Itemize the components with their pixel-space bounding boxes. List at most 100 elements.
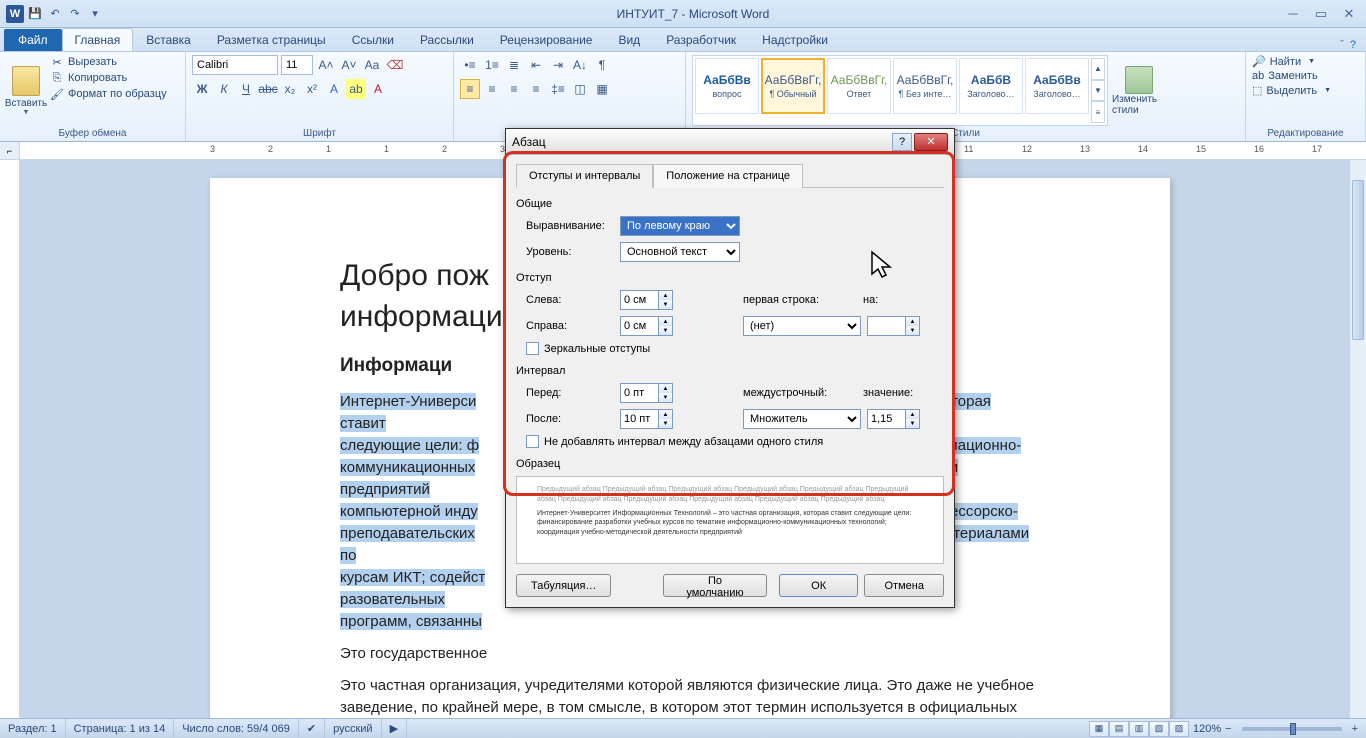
file-tab[interactable]: Файл: [4, 29, 62, 51]
style-item[interactable]: АаБбВвГг,Ответ: [827, 58, 891, 114]
dialog-tab-position[interactable]: Положение на странице: [653, 164, 803, 188]
italic-button[interactable]: К: [214, 79, 234, 99]
scrollbar-thumb[interactable]: [1352, 180, 1364, 340]
dialog-close-icon[interactable]: ✕: [914, 133, 948, 151]
show-marks-icon[interactable]: ¶: [592, 55, 612, 75]
tab-review[interactable]: Рецензирование: [487, 28, 606, 51]
ribbon-minimize-icon[interactable]: ˇ: [1340, 39, 1344, 51]
save-icon[interactable]: 💾: [26, 5, 44, 23]
multilevel-icon[interactable]: ≣: [504, 55, 524, 75]
highlight-icon[interactable]: ab: [346, 79, 366, 99]
font-color-icon[interactable]: A: [368, 79, 388, 99]
bullets-icon[interactable]: •≡: [460, 55, 480, 75]
tabs-button[interactable]: Табуляция…: [516, 574, 611, 597]
firstline-by-spinner[interactable]: ▲▼: [867, 316, 920, 336]
bold-button[interactable]: Ж: [192, 79, 212, 99]
font-name-combo[interactable]: [192, 55, 278, 75]
dialog-help-icon[interactable]: ?: [892, 133, 912, 151]
line-spacing-value-spinner[interactable]: ▲▼: [867, 409, 920, 429]
status-macro-icon[interactable]: ▶: [382, 719, 407, 738]
dialog-tab-indents[interactable]: Отступы и интервалы: [516, 164, 653, 188]
superscript-button[interactable]: x²: [302, 79, 322, 99]
zoom-level[interactable]: 120%: [1193, 723, 1221, 735]
cancel-button[interactable]: Отмена: [864, 574, 944, 597]
view-print-icon[interactable]: ▦: [1089, 721, 1109, 737]
doc-paragraph[interactable]: Это частная организация, учредителями ко…: [340, 675, 1040, 718]
justify-icon[interactable]: ≡: [526, 79, 546, 99]
vertical-ruler[interactable]: [0, 160, 20, 718]
no-space-same-style-checkbox[interactable]: Не добавлять интервал между абзацами одн…: [516, 435, 944, 448]
font-size-combo[interactable]: [281, 55, 313, 75]
paste-button[interactable]: Вставить ▼: [6, 55, 46, 126]
indent-right-spinner[interactable]: ▲▼: [620, 316, 673, 336]
subscript-button[interactable]: x₂: [280, 79, 300, 99]
change-case-icon[interactable]: Aa: [362, 55, 382, 75]
styles-more-icon[interactable]: ≡: [1091, 101, 1105, 123]
cut-button[interactable]: ✂Вырезать: [50, 55, 167, 69]
outline-level-select[interactable]: Основной текст: [620, 242, 740, 262]
view-outline-icon[interactable]: ▧: [1149, 721, 1169, 737]
doc-paragraph[interactable]: Это государственное: [340, 643, 1040, 665]
line-spacing-icon[interactable]: ‡≡: [548, 79, 568, 99]
increase-indent-icon[interactable]: ⇥: [548, 55, 568, 75]
ok-button[interactable]: ОК: [779, 574, 859, 597]
status-language[interactable]: русский: [325, 719, 381, 738]
qat-dropdown-icon[interactable]: ▾: [86, 5, 104, 23]
firstline-select[interactable]: (нет): [743, 316, 861, 336]
tab-view[interactable]: Вид: [605, 28, 653, 51]
borders-icon[interactable]: ▦: [592, 79, 612, 99]
view-web-icon[interactable]: ▥: [1129, 721, 1149, 737]
find-button[interactable]: 🔎Найти▼: [1252, 55, 1359, 68]
zoom-in-icon[interactable]: +: [1352, 723, 1358, 735]
format-painter-button[interactable]: 🖌Формат по образцу: [50, 87, 167, 101]
align-left-icon[interactable]: ≡: [460, 79, 480, 99]
zoom-out-icon[interactable]: −: [1225, 723, 1231, 735]
tab-pagelayout[interactable]: Разметка страницы: [204, 28, 339, 51]
style-item[interactable]: АаБбВввопрос: [695, 58, 759, 114]
alignment-select[interactable]: По левому краю: [620, 216, 740, 236]
change-styles-button[interactable]: Изменить стили: [1112, 55, 1166, 126]
align-center-icon[interactable]: ≡: [482, 79, 502, 99]
replace-button[interactable]: abЗаменить: [1252, 70, 1359, 82]
tab-insert[interactable]: Вставка: [133, 28, 204, 51]
style-item[interactable]: АаБбВвГг,¶ Без инте…: [893, 58, 957, 114]
undo-icon[interactable]: ↶: [46, 5, 64, 23]
styles-gallery[interactable]: АаБбВввопрос АаБбВвГг,¶ Обычный АаБбВвГг…: [692, 55, 1108, 126]
line-spacing-select[interactable]: Множитель: [743, 409, 861, 429]
tab-mailings[interactable]: Рассылки: [407, 28, 487, 51]
status-section[interactable]: Раздел: 1: [0, 719, 66, 738]
status-page[interactable]: Страница: 1 из 14: [66, 719, 175, 738]
indent-left-spinner[interactable]: ▲▼: [620, 290, 673, 310]
default-button[interactable]: По умолчанию: [663, 574, 767, 597]
style-item[interactable]: АаБбВвГг,¶ Обычный: [761, 58, 825, 114]
status-words[interactable]: Число слов: 59/4 069: [174, 719, 299, 738]
sort-icon[interactable]: A↓: [570, 55, 590, 75]
zoom-slider[interactable]: [1242, 727, 1342, 731]
shrink-font-icon[interactable]: A˅: [339, 55, 359, 75]
style-item[interactable]: АаБбВвЗаголово…: [1025, 58, 1089, 114]
style-item[interactable]: АаБбВЗаголово…: [959, 58, 1023, 114]
grow-font-icon[interactable]: A˄: [316, 55, 336, 75]
shading-icon[interactable]: ◫: [570, 79, 590, 99]
dialog-titlebar[interactable]: Абзац ? ✕: [506, 129, 954, 155]
space-after-spinner[interactable]: ▲▼: [620, 409, 673, 429]
tab-selector[interactable]: ⌐: [0, 142, 20, 159]
copy-button[interactable]: ⎘Копировать: [50, 71, 167, 85]
redo-icon[interactable]: ↷: [66, 5, 84, 23]
minimize-icon[interactable]: ─: [1284, 5, 1302, 23]
close-icon[interactable]: ✕: [1340, 5, 1358, 23]
vertical-scrollbar[interactable]: [1349, 160, 1366, 718]
styles-down-icon[interactable]: ▼: [1091, 80, 1105, 102]
align-right-icon[interactable]: ≡: [504, 79, 524, 99]
status-proofing-icon[interactable]: ✔: [299, 719, 325, 738]
tab-developer[interactable]: Разработчик: [653, 28, 749, 51]
strike-button[interactable]: abc: [258, 79, 278, 99]
tab-references[interactable]: Ссылки: [339, 28, 407, 51]
view-read-icon[interactable]: ▤: [1109, 721, 1129, 737]
decrease-indent-icon[interactable]: ⇤: [526, 55, 546, 75]
restore-icon[interactable]: ▭: [1312, 5, 1330, 23]
help-icon[interactable]: ?: [1350, 39, 1356, 51]
view-draft-icon[interactable]: ▨: [1169, 721, 1189, 737]
clear-format-icon[interactable]: ⌫: [385, 55, 405, 75]
mirror-indents-checkbox[interactable]: Зеркальные отступы: [516, 342, 944, 355]
